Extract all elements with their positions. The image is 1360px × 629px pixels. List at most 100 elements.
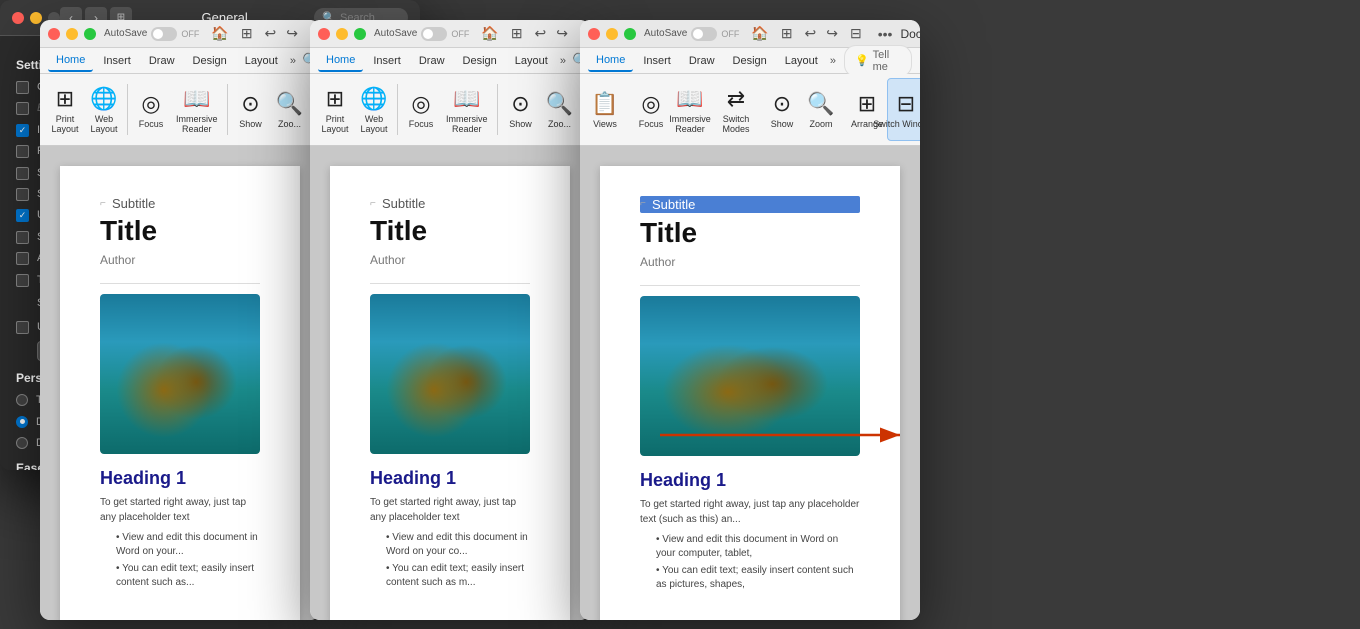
- redo-icon-2[interactable]: ↪: [556, 25, 568, 42]
- print-layout-btn-1[interactable]: ⊞ PrintLayout: [46, 78, 84, 141]
- pref-checkbox-encrypted[interactable]: [16, 252, 29, 265]
- web-layout-label-2: WebLayout: [360, 114, 387, 134]
- doc-content-3[interactable]: ⌐ Subtitle Title Author Heading 1 To get…: [580, 146, 920, 620]
- doc-subtitle-1[interactable]: Subtitle: [100, 196, 260, 211]
- autosave-badge-3: AutoSave OFF: [644, 27, 739, 41]
- zoom-btn-1[interactable]: 🔍 Zoo...: [271, 78, 309, 141]
- redo-icon-1[interactable]: ↪: [286, 25, 298, 42]
- tab-layout-3[interactable]: Layout: [777, 51, 826, 71]
- tab-insert-1[interactable]: Insert: [95, 51, 139, 71]
- show-btn-3[interactable]: ⊙ Show: [763, 78, 801, 141]
- corner-mark-1: ⌐: [100, 198, 108, 209]
- tab-layout-1[interactable]: Layout: [237, 51, 286, 71]
- pref-checkbox-sounds[interactable]: [16, 145, 29, 158]
- doc-title-1[interactable]: Title: [100, 215, 260, 247]
- maximize-button-1[interactable]: [84, 28, 96, 40]
- pref-radio-darkmode-white[interactable]: [16, 437, 28, 449]
- minimize-button-1[interactable]: [66, 28, 78, 40]
- web-layout-btn-1[interactable]: 🌐 WebLayout: [85, 78, 123, 141]
- pref-close-button[interactable]: [12, 12, 24, 24]
- zoom-label-3: Zoom: [809, 119, 832, 129]
- more-icon-3[interactable]: •••: [878, 26, 893, 42]
- otter-image-1: [100, 294, 260, 454]
- autosave-toggle-1[interactable]: [151, 27, 177, 41]
- tell-me-bar-3[interactable]: 💡 Tell me: [844, 45, 912, 77]
- print-layout-btn-2[interactable]: ⊞ PrintLayout: [316, 78, 354, 141]
- arrange-btn-3[interactable]: ⊞ Arrange: [848, 78, 886, 141]
- pref-radio-darkmode-dark[interactable]: [16, 416, 28, 428]
- pref-checkbox-char-units[interactable]: [16, 321, 29, 334]
- tab-insert-3[interactable]: Insert: [635, 51, 679, 71]
- pref-checkbox-background[interactable]: [16, 102, 29, 115]
- sep-3: [397, 84, 398, 135]
- doc-body-1[interactable]: To get started right away, just tap any …: [100, 495, 260, 525]
- tab-home-2[interactable]: Home: [318, 50, 363, 72]
- maximize-button-2[interactable]: [354, 28, 366, 40]
- doc-title-2[interactable]: Title: [370, 215, 530, 247]
- doc-body-3[interactable]: To get started right away, just tap any …: [640, 497, 860, 527]
- tab-design-2[interactable]: Design: [455, 51, 505, 71]
- pref-radio-darkmode-off[interactable]: [16, 394, 28, 406]
- doc-title-3[interactable]: Title: [640, 217, 860, 249]
- doc-content-1[interactable]: ⌐ Subtitle Title Author Heading 1 To get…: [40, 146, 320, 620]
- close-button-2[interactable]: [318, 28, 330, 40]
- ribbon-more-2[interactable]: »: [560, 55, 566, 67]
- tab-draw-1[interactable]: Draw: [141, 51, 183, 71]
- doc-content-2[interactable]: ⌐ Subtitle Title Author Heading 1 To get…: [310, 146, 590, 620]
- show-btn-2[interactable]: ⊙ Show: [502, 78, 540, 141]
- autosave-toggle-2[interactable]: [421, 27, 447, 41]
- pref-checkbox-resume[interactable]: [16, 274, 29, 287]
- tab-home-3[interactable]: Home: [588, 50, 633, 72]
- redo-icon-3[interactable]: ↪: [826, 25, 838, 42]
- pref-checkbox-extensions[interactable]: [16, 167, 29, 180]
- autosave-badge-1: AutoSave OFF: [104, 27, 199, 41]
- pref-checkbox-links[interactable]: [16, 209, 29, 222]
- pref-checkbox-gallery[interactable]: [16, 188, 29, 201]
- doc-heading1-3[interactable]: Heading 1: [640, 470, 860, 491]
- minimize-button-3[interactable]: [606, 28, 618, 40]
- zoom-icon-1: 🔍: [276, 91, 303, 117]
- pref-checkbox-addin[interactable]: [16, 231, 29, 244]
- focus-btn-1[interactable]: ◎ Focus: [132, 78, 170, 141]
- tab-draw-3[interactable]: Draw: [681, 51, 723, 71]
- corner-mark-3: ⌐: [640, 198, 648, 209]
- doc-heading1-2[interactable]: Heading 1: [370, 468, 530, 489]
- close-button-1[interactable]: [48, 28, 60, 40]
- doc-subtitle-2[interactable]: Subtitle: [370, 196, 530, 211]
- maximize-button-3[interactable]: [624, 28, 636, 40]
- focus-btn-3[interactable]: ◎ Focus: [632, 78, 670, 141]
- switch-windows-btn-3[interactable]: ⊟ Switch Windows: [887, 78, 920, 141]
- tab-home-1[interactable]: Home: [48, 50, 93, 72]
- immersive-btn-3[interactable]: 📖 ImmersiveReader: [671, 78, 709, 141]
- switch-modes-btn-3[interactable]: ⇄ SwitchModes: [717, 78, 755, 141]
- zoom-btn-2[interactable]: 🔍 Zoo...: [541, 78, 579, 141]
- tab-design-1[interactable]: Design: [185, 51, 235, 71]
- tab-insert-2[interactable]: Insert: [365, 51, 409, 71]
- zoom-btn-3[interactable]: 🔍 Zoom: [802, 78, 840, 141]
- switch-modes-icon-3: ⇄: [727, 86, 745, 112]
- immersive-btn-2[interactable]: 📖 ImmersiveReader: [441, 78, 493, 141]
- tab-draw-2[interactable]: Draw: [411, 51, 453, 71]
- ribbon-more-3[interactable]: »: [830, 55, 836, 67]
- views-btn-3[interactable]: 📋 Views: [586, 78, 624, 141]
- tab-layout-2[interactable]: Layout: [507, 51, 556, 71]
- ribbon-more-1[interactable]: »: [290, 55, 296, 67]
- immersive-btn-1[interactable]: 📖 ImmersiveReader: [171, 78, 223, 141]
- doc-heading1-1[interactable]: Heading 1: [100, 468, 260, 489]
- minimize-button-2[interactable]: [336, 28, 348, 40]
- undo-icon-3[interactable]: ↩: [805, 25, 817, 42]
- doc-subtitle-3[interactable]: Subtitle: [640, 196, 860, 213]
- pref-minimize-button[interactable]: [30, 12, 42, 24]
- doc-body-2[interactable]: To get started right away, just tap any …: [370, 495, 530, 525]
- close-button-3[interactable]: [588, 28, 600, 40]
- show-btn-1[interactable]: ⊙ Show: [232, 78, 270, 141]
- focus-btn-2[interactable]: ◎ Focus: [402, 78, 440, 141]
- title-bar-2: AutoSave OFF 🏠 ⊞ ↩ ↪ ⊟: [310, 20, 590, 48]
- undo-icon-2[interactable]: ↩: [535, 25, 547, 42]
- undo-icon-1[interactable]: ↩: [265, 25, 277, 42]
- tab-design-3[interactable]: Design: [725, 51, 775, 71]
- pref-checkbox-confirm[interactable]: [16, 81, 29, 94]
- autosave-toggle-3[interactable]: [691, 27, 717, 41]
- web-layout-btn-2[interactable]: 🌐 WebLayout: [355, 78, 393, 141]
- pref-checkbox-clipboard[interactable]: [16, 124, 29, 137]
